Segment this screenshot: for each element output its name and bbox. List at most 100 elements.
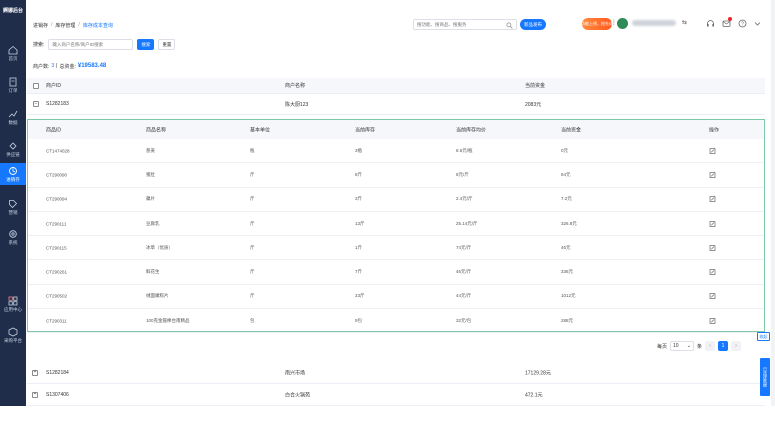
headset-icon[interactable] bbox=[706, 19, 715, 28]
collapse-tab[interactable]: 收起 bbox=[757, 332, 770, 341]
edit-icon[interactable] bbox=[709, 196, 716, 203]
selected-data-tab[interactable]: 已选择数据 bbox=[760, 358, 770, 396]
per-page-value: 10 bbox=[673, 343, 679, 349]
filter-bar: 搜索: 搜索 重置 bbox=[33, 39, 176, 50]
table-cell: 100克金箍棒台南精品 bbox=[146, 317, 190, 323]
table-row: CT290261 鲜花生 斤 7斤 46元/斤 336元 bbox=[28, 260, 764, 285]
prev-page-button[interactable]: ‹ bbox=[705, 341, 716, 351]
table-cell: 32元/包 bbox=[456, 317, 472, 323]
reset-button[interactable]: 重置 bbox=[158, 39, 176, 50]
search-icon[interactable] bbox=[506, 22, 513, 29]
page-button[interactable]: 1 bbox=[718, 341, 729, 351]
edit-icon[interactable] bbox=[709, 171, 716, 178]
global-search-input[interactable] bbox=[417, 22, 505, 27]
merchant-search-input[interactable] bbox=[48, 39, 134, 50]
edit-icon[interactable] bbox=[709, 269, 716, 276]
chart-icon bbox=[8, 109, 18, 119]
merchant-name: 南兴市场 bbox=[285, 370, 306, 376]
sidebar-item-supply[interactable]: 供应链 bbox=[0, 138, 26, 160]
expand-all-checkbox[interactable] bbox=[33, 82, 39, 89]
table-cell: 46元/斤 bbox=[456, 269, 472, 275]
breadcrumb-separator: / bbox=[78, 22, 80, 28]
search-button[interactable]: 搜索 bbox=[137, 39, 155, 50]
table-cell: 瓶 bbox=[250, 147, 255, 153]
breadcrumb-item[interactable]: 库存管理 bbox=[55, 22, 75, 29]
chevron-down-icon: ⌄ bbox=[686, 343, 692, 349]
per-page-unit: 条 bbox=[697, 343, 703, 350]
table-row[interactable]: + S1282184 南兴市场 17129.28元 bbox=[27, 362, 765, 384]
edit-icon[interactable] bbox=[709, 293, 716, 300]
table-cell: 1012元 bbox=[561, 293, 576, 299]
total-amount-label: 总资金: bbox=[59, 64, 76, 70]
table-cell: CT290111 bbox=[46, 221, 67, 227]
sidebar-item-inventory[interactable]: 进销存 bbox=[0, 163, 26, 185]
merchant-funds: 472.1元 bbox=[525, 392, 543, 398]
table-cell: 8斤 bbox=[355, 171, 363, 177]
sidebar-item-label: 首页 bbox=[8, 55, 18, 61]
table-cell: 绒面嫩粽片 bbox=[146, 293, 169, 299]
edit-icon[interactable] bbox=[709, 220, 716, 227]
new-product-button[interactable]: 新品发布 bbox=[520, 19, 546, 30]
scrollbar[interactable] bbox=[771, 0, 775, 406]
table-cell: 13斤 bbox=[355, 220, 365, 226]
expand-toggle[interactable]: + bbox=[32, 391, 38, 398]
sidebar-item-purchase[interactable]: 采购平台 bbox=[0, 324, 26, 346]
table-row[interactable]: − S1282183 陈大厨123 2083元 bbox=[27, 94, 765, 115]
edit-icon[interactable] bbox=[709, 317, 716, 324]
table-cell: 0元 bbox=[561, 147, 569, 153]
table-cell: 23斤 bbox=[355, 293, 365, 299]
promo-button[interactable]: 新功能上线，抢先体验 bbox=[577, 18, 617, 30]
table-row: CT290094 藕片 斤 3斤 2.4元/斤 7.2元 bbox=[28, 188, 764, 212]
table-cell: 斤 bbox=[250, 269, 255, 275]
global-search[interactable] bbox=[413, 19, 517, 30]
column-header: 当前资金 bbox=[561, 127, 582, 133]
table-row: CT290115 冰草（优质） 斤 1斤 74元/斤 46元 bbox=[28, 236, 764, 261]
table-cell: 326.8元 bbox=[561, 220, 577, 226]
merchant-funds: 17129.28元 bbox=[525, 370, 551, 376]
collapse-toggle[interactable]: − bbox=[33, 101, 39, 107]
next-page-button[interactable]: › bbox=[731, 341, 742, 351]
avatar[interactable] bbox=[617, 18, 628, 29]
edit-icon[interactable] bbox=[709, 244, 716, 251]
table-cell: 斤 bbox=[250, 171, 255, 177]
sidebar-item-orders[interactable]: 订单 bbox=[0, 74, 26, 96]
help-icon[interactable]: ? bbox=[738, 19, 747, 28]
sidebar-item-marketing[interactable]: 营销 bbox=[0, 196, 26, 218]
table-cell: CT290502 bbox=[46, 293, 68, 299]
table-cell: 25.14元/斤 bbox=[456, 220, 478, 226]
sidebar: 婀娜后台 首页 订单 数据 供应链 进销存 营销 系统 应用中心 采购平台 bbox=[0, 0, 26, 406]
edit-icon[interactable] bbox=[709, 147, 716, 154]
per-page-select[interactable]: 10 ⌄ bbox=[670, 341, 695, 351]
filter-label: 搜索: bbox=[33, 42, 45, 48]
table-row: CT290111 豆腐乳 斤 13斤 25.14元/斤 326.8元 bbox=[28, 212, 764, 237]
shop-name-blurred bbox=[632, 20, 676, 26]
expand-toggle[interactable]: + bbox=[32, 369, 38, 376]
table-cell: CT290261 bbox=[46, 269, 68, 275]
sidebar-item-data[interactable]: 数据 bbox=[0, 106, 26, 128]
chevron-down-icon[interactable] bbox=[753, 19, 762, 28]
table-row[interactable]: + S1307406 白合火锅苑 472.1元 bbox=[27, 384, 765, 406]
svg-text:?: ? bbox=[741, 21, 744, 27]
detail-table-header: 商品ID 商品名称 基本单位 当前库存 当前库存均价 当前资金 操作 bbox=[28, 120, 764, 139]
sidebar-item-system[interactable]: 系统 bbox=[0, 226, 26, 248]
table-row: CT290090 猪肚 斤 8斤 8元/斤 64元 bbox=[28, 163, 764, 188]
tag-icon bbox=[8, 199, 18, 209]
sidebar-item-label: 供应链 bbox=[6, 151, 20, 157]
table-cell: CT290115 bbox=[46, 245, 67, 251]
table-cell: 鲜花生 bbox=[146, 269, 160, 275]
table-cell: CT290094 bbox=[46, 196, 68, 202]
merchant-name: 陈大厨123 bbox=[285, 101, 309, 108]
merchant-funds: 2083元 bbox=[525, 101, 542, 108]
breadcrumb-item[interactable]: 进销存 bbox=[33, 22, 48, 29]
table-cell: 豆腐乳 bbox=[146, 220, 160, 226]
switch-icon[interactable]: ⇆ bbox=[682, 19, 690, 27]
table-cell: 斤 bbox=[250, 220, 255, 226]
sidebar-item-label: 订单 bbox=[8, 87, 18, 93]
pagination: 每页 10 ⌄ 条 ‹ 1 › bbox=[657, 341, 742, 351]
per-page-label: 每页 bbox=[657, 343, 668, 350]
sidebar-item-home[interactable]: 首页 bbox=[0, 42, 26, 64]
table-cell: 64元 bbox=[561, 171, 571, 177]
table-cell: 1斤 bbox=[355, 244, 363, 250]
table-cell: 斤 bbox=[250, 293, 255, 299]
sidebar-item-apps[interactable]: 应用中心 bbox=[0, 293, 26, 315]
